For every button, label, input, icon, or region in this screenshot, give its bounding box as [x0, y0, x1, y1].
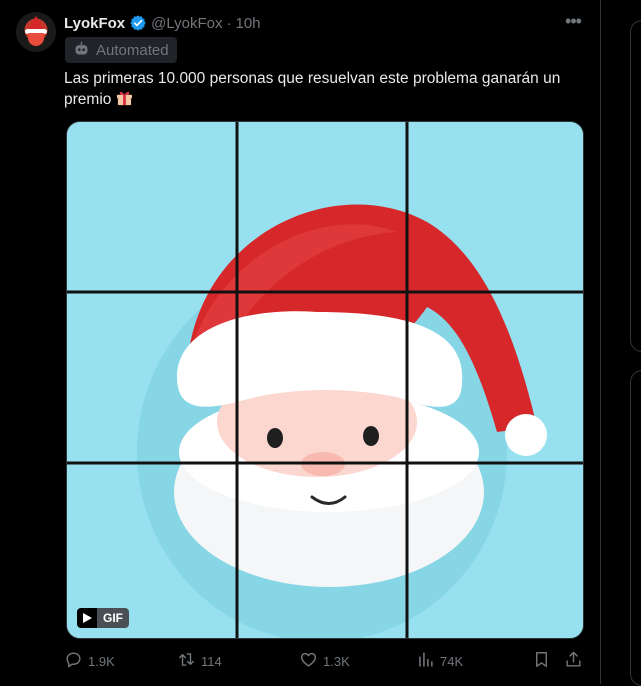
tweet-media-gif[interactable]: GIF: [66, 121, 584, 639]
like-icon: [299, 650, 318, 672]
sidebar-card-edge: [630, 20, 641, 352]
reply-count: 1.9K: [88, 653, 115, 669]
sidebar-card-edge: [630, 370, 641, 686]
share-button[interactable]: [564, 650, 583, 672]
tweet-timestamp[interactable]: 10h: [236, 15, 261, 32]
tweet[interactable]: LyokFox @LyokFox · 10h ••• Automated Las…: [0, 0, 601, 684]
like-count: 1.3K: [323, 653, 350, 669]
bookmark-button[interactable]: [532, 650, 551, 672]
views-button[interactable]: 74K: [416, 650, 463, 672]
tweet-header: LyokFox @LyokFox · 10h: [64, 13, 261, 33]
gift-emoji-icon: [116, 90, 133, 106]
gif-badge[interactable]: GIF: [77, 608, 129, 628]
views-count: 74K: [440, 653, 464, 669]
verified-badge-icon: [129, 14, 147, 32]
author-avatar[interactable]: [16, 12, 56, 52]
like-button[interactable]: 1.3K: [299, 650, 350, 672]
play-icon[interactable]: [77, 608, 97, 628]
author-handle[interactable]: @LyokFox: [151, 15, 222, 32]
repost-button[interactable]: 114: [177, 650, 222, 672]
tweet-actions: 1.9K 114 1.3K 74K: [64, 650, 584, 672]
reply-button[interactable]: 1.9K: [64, 650, 115, 672]
santa-puzzle-image: [67, 122, 583, 638]
automated-label: Automated: [96, 41, 169, 59]
more-icon[interactable]: •••: [562, 12, 584, 34]
gif-label: GIF: [97, 608, 129, 628]
repost-icon: [177, 650, 196, 672]
robot-icon: [73, 40, 90, 61]
bookmark-icon: [532, 650, 551, 672]
share-icon: [564, 650, 583, 672]
tweet-body: Las primeras 10.000 personas que resuelv…: [64, 70, 561, 108]
reply-icon: [64, 650, 83, 672]
views-icon: [416, 650, 435, 672]
author-name[interactable]: LyokFox: [64, 15, 125, 32]
separator-dot: ·: [226, 14, 232, 32]
tweet-text: Las primeras 10.000 personas que resuelv…: [64, 68, 584, 110]
automated-badge[interactable]: Automated: [65, 37, 177, 63]
repost-count: 114: [201, 653, 222, 669]
